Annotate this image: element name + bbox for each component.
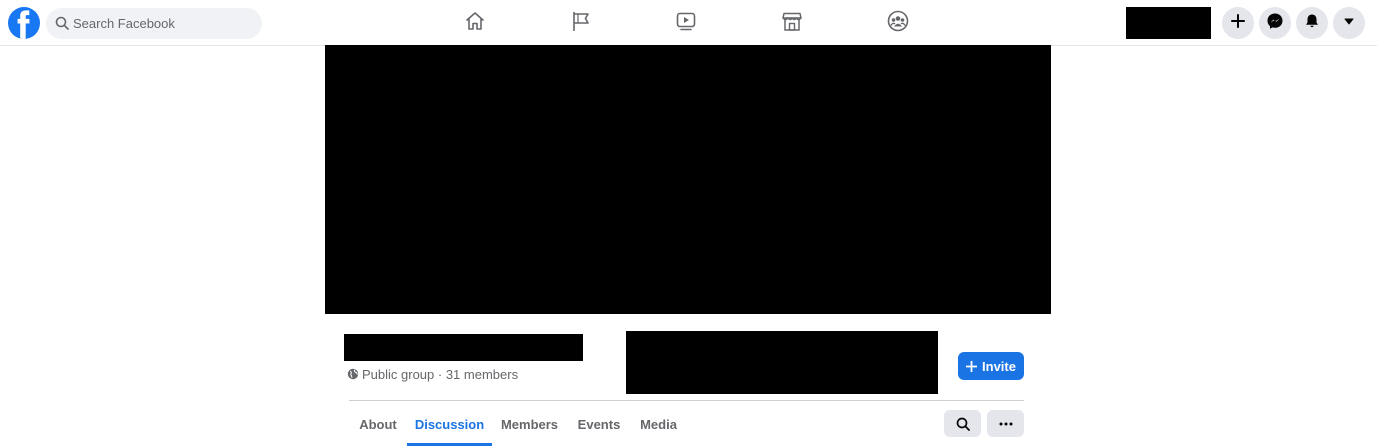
group-privacy-meta: Public group · 31 members xyxy=(347,366,518,382)
tab-media[interactable]: Media xyxy=(633,408,684,440)
caret-down-icon xyxy=(1343,14,1355,32)
home-nav[interactable] xyxy=(460,8,490,38)
profile-shortcut-redacted[interactable] xyxy=(1126,7,1211,39)
invite-button-label: Invite xyxy=(982,358,1016,374)
invite-button[interactable]: Invite xyxy=(958,352,1024,380)
home-icon xyxy=(464,10,486,37)
groups-nav[interactable] xyxy=(883,8,913,38)
groups-icon xyxy=(887,10,909,37)
tab-events[interactable]: Events xyxy=(570,408,628,440)
group-name-redacted xyxy=(344,334,583,361)
member-avatars-redacted xyxy=(626,331,938,394)
bell-icon xyxy=(1304,13,1320,34)
messenger-button[interactable] xyxy=(1259,7,1291,39)
cover-photo-redacted xyxy=(325,45,1051,314)
tab-members[interactable]: Members xyxy=(496,408,563,440)
marketplace-nav[interactable] xyxy=(777,8,807,38)
plus-icon xyxy=(1230,13,1246,34)
account-menu-button[interactable] xyxy=(1333,7,1365,39)
storefront-icon xyxy=(781,10,803,37)
video-play-icon xyxy=(675,10,697,37)
messenger-icon xyxy=(1266,12,1284,35)
create-button[interactable] xyxy=(1222,7,1254,39)
active-tab-indicator xyxy=(407,443,492,446)
watch-nav[interactable] xyxy=(671,8,701,38)
top-navigation-bar xyxy=(0,0,1377,46)
facebook-logo-icon[interactable] xyxy=(8,7,40,39)
group-search-button[interactable] xyxy=(944,410,981,437)
tab-about[interactable]: About xyxy=(353,408,403,440)
search-input[interactable] xyxy=(73,8,253,39)
pages-nav[interactable] xyxy=(566,8,596,38)
search-icon xyxy=(55,16,69,30)
notifications-button[interactable] xyxy=(1296,7,1328,39)
ellipsis-icon xyxy=(999,422,1013,426)
header-divider xyxy=(349,400,1024,401)
more-options-button[interactable] xyxy=(987,410,1024,437)
globe-icon xyxy=(347,368,359,380)
plus-icon xyxy=(966,360,978,372)
flag-icon xyxy=(570,10,592,37)
group-meta-text: Public group · 31 members xyxy=(362,366,519,382)
tab-discussion[interactable]: Discussion xyxy=(407,408,492,440)
search-icon xyxy=(956,417,970,431)
search-box[interactable] xyxy=(46,8,262,39)
